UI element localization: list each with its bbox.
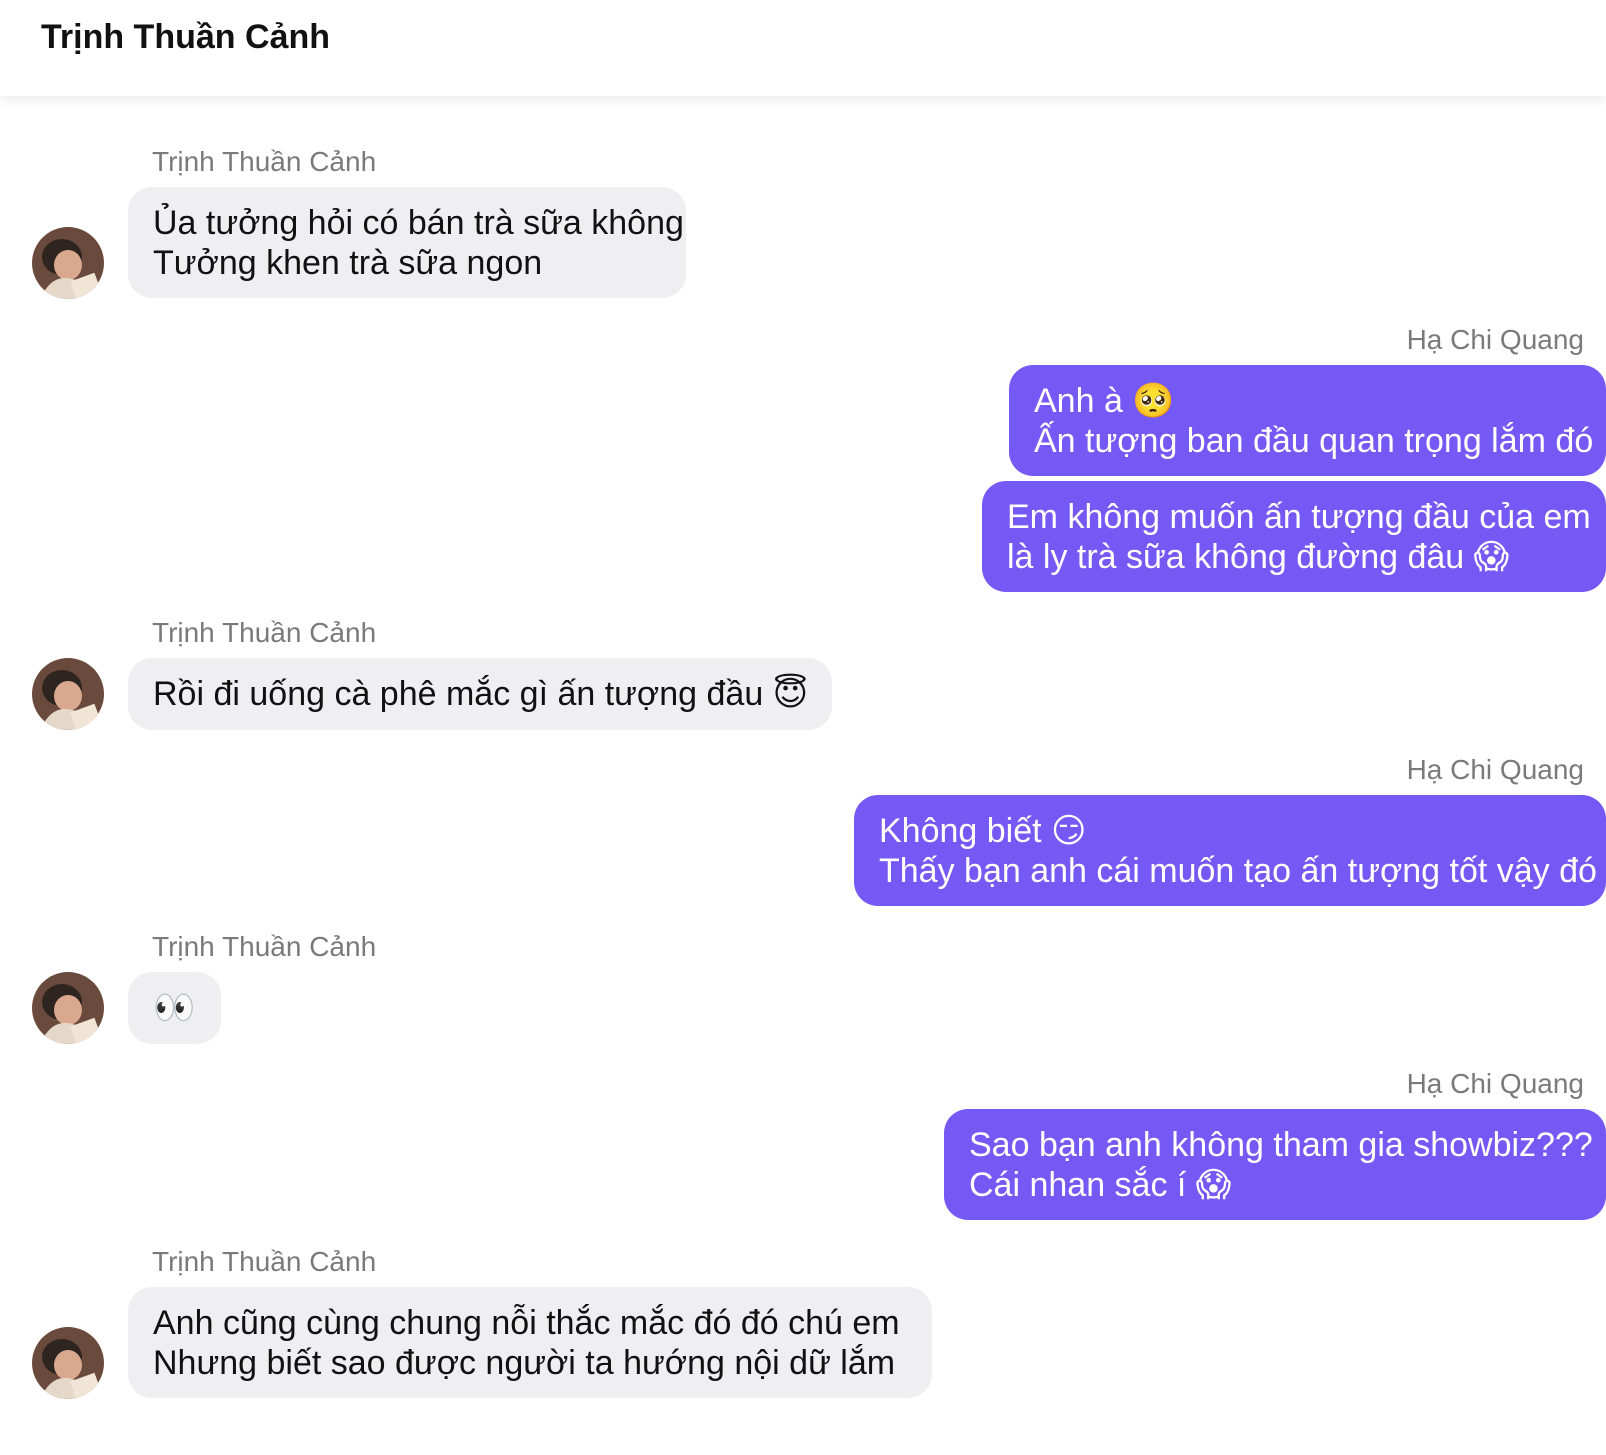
sender-name: Hạ Chi Quang <box>1406 324 1584 355</box>
message-line: Sao bạn anh không tham gia showbiz??? <box>969 1126 1593 1164</box>
avatar-photo-icon <box>32 972 104 1044</box>
message-line: Tưởng khen trà sữa ngon <box>153 244 543 282</box>
avatar[interactable] <box>32 227 104 299</box>
message-line: Ấn tượng ban đầu quan trọng lắm đó <box>1034 422 1594 460</box>
message-line: Anh à 🥺 <box>1034 382 1175 420</box>
incoming-message-bubble[interactable]: Ủa tưởng hỏi có bán trà sữa không Tưởng … <box>128 187 686 298</box>
incoming-message-bubble[interactable]: Rồi đi uống cà phê mắc gì ấn tượng đầu 😇 <box>128 658 832 730</box>
avatar[interactable] <box>32 658 104 730</box>
incoming-message-bubble[interactable]: 👀 <box>128 972 221 1044</box>
incoming-message-bubble[interactable]: Anh cũng cùng chung nỗi thắc mắc đó đó c… <box>128 1287 932 1398</box>
avatar-photo-icon <box>32 1327 104 1399</box>
message-list[interactable]: Trịnh Thuần Cảnh Ủa tưởng hỏi có bán trà… <box>0 96 1606 1455</box>
avatar-photo-icon <box>32 658 104 730</box>
avatar-photo-icon <box>32 227 104 299</box>
sender-name: Trịnh Thuần Cảnh <box>152 931 377 962</box>
message-line: Anh cũng cùng chung nỗi thắc mắc đó đó c… <box>153 1304 900 1342</box>
chat-title: Trịnh Thuần Cảnh <box>41 18 330 56</box>
sender-name: Trịnh Thuần Cảnh <box>152 1246 377 1277</box>
sender-name: Hạ Chi Quang <box>1406 754 1584 785</box>
message-line: 👀 <box>153 988 196 1028</box>
outgoing-message-bubble[interactable]: Em không muốn ấn tượng đầu của em là ly … <box>982 481 1606 592</box>
outgoing-message-bubble[interactable]: Anh à 🥺 Ấn tượng ban đầu quan trọng lắm … <box>1009 365 1606 476</box>
sender-name: Trịnh Thuần Cảnh <box>152 617 377 648</box>
message-line: Thấy bạn anh cái muốn tạo ấn tượng tốt v… <box>879 852 1597 890</box>
avatar[interactable] <box>32 972 104 1044</box>
avatar[interactable] <box>32 1327 104 1399</box>
message-line: Em không muốn ấn tượng đầu của em <box>1007 498 1591 536</box>
outgoing-message-bubble[interactable]: Sao bạn anh không tham gia showbiz??? Cá… <box>944 1109 1606 1220</box>
sender-name: Hạ Chi Quang <box>1406 1068 1584 1099</box>
message-line: Nhưng biết sao được người ta hướng nội d… <box>153 1344 896 1382</box>
message-line: Cái nhan sắc í 😱 <box>969 1166 1232 1204</box>
message-line: Không biết 😏 <box>879 812 1087 850</box>
chat-header: Trịnh Thuần Cảnh <box>0 0 1606 96</box>
outgoing-message-bubble[interactable]: Không biết 😏 Thấy bạn anh cái muốn tạo ấ… <box>854 795 1606 906</box>
message-line: Rồi đi uống cà phê mắc gì ấn tượng đầu 😇 <box>153 675 809 713</box>
message-line: là ly trà sữa không đường đâu 😱 <box>1007 538 1510 576</box>
sender-name: Trịnh Thuần Cảnh <box>152 146 377 177</box>
message-line: Ủa tưởng hỏi có bán trà sữa không <box>153 204 684 242</box>
